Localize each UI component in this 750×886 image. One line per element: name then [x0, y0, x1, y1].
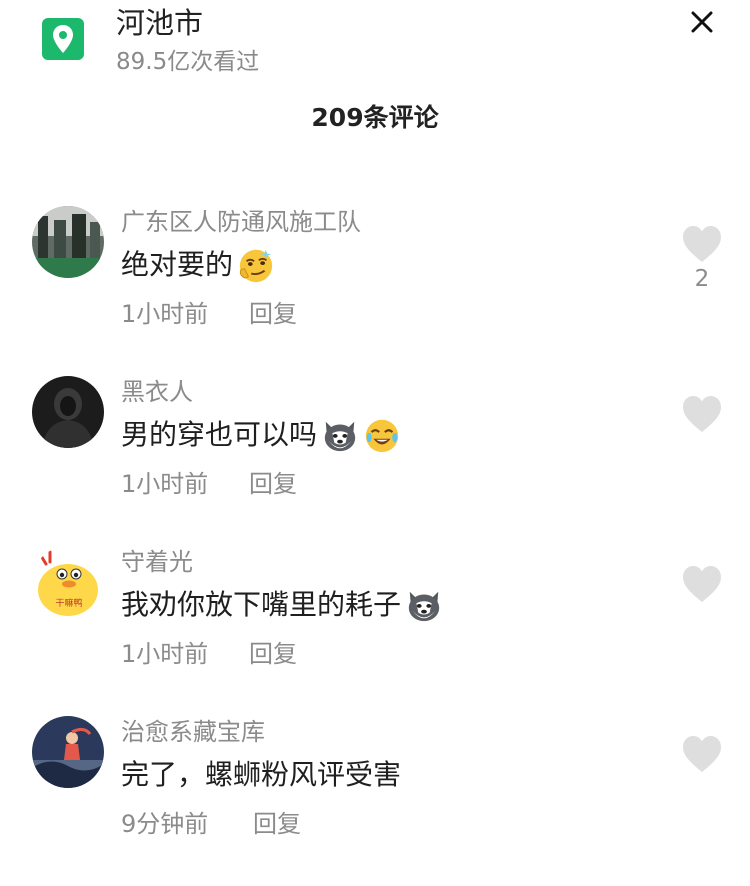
map-pin-icon[interactable] — [42, 18, 84, 60]
smirk-emoji-icon — [239, 249, 273, 283]
comment-text-row: 绝对要的 — [121, 244, 275, 286]
comment-username[interactable]: 守着光 — [121, 546, 193, 578]
husky-emoji-icon — [408, 591, 440, 622]
husky-emoji-icon — [324, 421, 356, 452]
comment-text-row: 完了，螺蛳粉风评受害 — [121, 754, 401, 796]
location-header: 河池市 89.5亿次看过 — [0, 0, 750, 90]
comment-time: 1小时前 — [121, 640, 209, 668]
avatar[interactable] — [32, 716, 104, 788]
comment-username[interactable]: 黑衣人 — [121, 376, 193, 408]
heart-icon[interactable] — [681, 224, 723, 264]
view-count: 89.5亿次看过 — [116, 49, 260, 75]
avatar[interactable]: 干嘛鸭 — [32, 546, 104, 618]
avatar[interactable] — [32, 376, 104, 448]
reply-button[interactable]: 回复 — [249, 298, 297, 330]
close-icon — [691, 11, 713, 33]
comment-time: 1小时前 — [121, 470, 209, 498]
comment-item: 治愈系藏宝库 完了，螺蛳粉风评受害 9分钟前 回复 — [0, 716, 750, 886]
close-button[interactable] — [680, 6, 724, 38]
comment-item: 黑衣人 男的穿也可以吗 1小时前 回复 — [0, 376, 750, 546]
comment-text: 绝对要的 — [121, 248, 234, 281]
comment-text-row: 男的穿也可以吗 — [121, 414, 401, 456]
comment-time: 9分钟前 — [121, 810, 209, 838]
comment-text: 完了，螺蛳粉风评受害 — [121, 758, 402, 791]
comment-text: 男的穿也可以吗 — [121, 418, 318, 451]
reply-button[interactable]: 回复 — [249, 638, 297, 670]
like-count: 2 — [694, 266, 710, 292]
comment-username[interactable]: 广东区人防通风施工队 — [121, 206, 361, 238]
heart-icon[interactable] — [681, 734, 723, 774]
location-title[interactable]: 河池市 — [116, 4, 203, 42]
comment-text-row: 我劝你放下嘴里的耗子 — [121, 584, 443, 626]
reply-button[interactable]: 回复 — [253, 808, 301, 840]
heart-icon[interactable] — [681, 564, 723, 604]
comment-count: 209条评论 — [311, 103, 439, 132]
comment-time: 1小时前 — [121, 300, 209, 328]
reply-button[interactable]: 回复 — [249, 468, 297, 500]
avatar[interactable] — [32, 206, 104, 278]
comment-text: 我劝你放下嘴里的耗子 — [121, 588, 402, 621]
crying-laughing-emoji-icon — [365, 419, 399, 453]
comment-username[interactable]: 治愈系藏宝库 — [121, 716, 265, 748]
comment-item: 干嘛鸭 守着光 我劝你放下嘴里的耗子 1小时前 回复 — [0, 546, 750, 716]
svg-text:干嘛鸭: 干嘛鸭 — [55, 597, 82, 609]
comment-item: 广东区人防通风施工队 绝对要的 1小时前 回复 2 — [0, 206, 750, 376]
heart-icon[interactable] — [681, 394, 723, 434]
